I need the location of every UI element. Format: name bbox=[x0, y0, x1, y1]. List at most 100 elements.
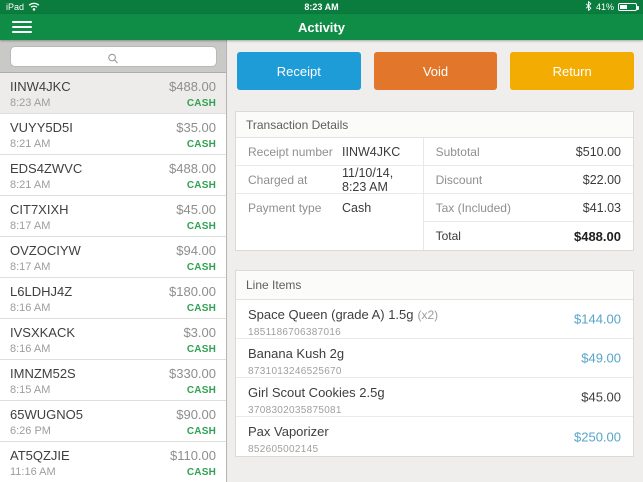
action-buttons: Receipt Void Return bbox=[237, 52, 634, 90]
transaction-time: 8:23 AM bbox=[10, 97, 71, 109]
summary-label: Total bbox=[436, 229, 461, 243]
summary-label: Subtotal bbox=[436, 145, 480, 159]
detail-field-row: Receipt number IINW4JKC bbox=[236, 138, 423, 166]
transaction-amount: $45.00 bbox=[176, 202, 216, 217]
transaction-code: AT5QZJIE bbox=[10, 448, 70, 463]
transaction-code: VUYY5D5I bbox=[10, 120, 73, 135]
battery-icon bbox=[618, 3, 637, 11]
transaction-amount: $90.00 bbox=[176, 407, 216, 422]
line-items-header: Line Items bbox=[236, 271, 633, 300]
summary-value: $488.00 bbox=[574, 229, 621, 244]
line-item-name: Space Queen (grade A) 1.5g bbox=[248, 307, 414, 322]
transaction-code: IVSXKACK bbox=[10, 325, 75, 340]
transaction-row[interactable]: CIT7XIXH 8:17 AM $45.00 CASH bbox=[0, 196, 226, 237]
transaction-time: 8:17 AM bbox=[10, 261, 81, 273]
summary-row: Subtotal $510.00 bbox=[424, 138, 633, 166]
transaction-amount: $488.00 bbox=[169, 161, 216, 176]
detail-field-row: Payment type Cash bbox=[236, 194, 423, 222]
transaction-list: IINW4JKC 8:23 AM $488.00 CASH VUYY5D5I 8… bbox=[0, 73, 226, 482]
transaction-time: 8:17 AM bbox=[10, 220, 69, 232]
summary-value: $41.03 bbox=[583, 201, 621, 215]
detail-field-label: Payment type bbox=[248, 201, 342, 215]
transaction-code: OVZOCIYW bbox=[10, 243, 81, 258]
transaction-row[interactable]: IVSXKACK 8:16 AM $3.00 CASH bbox=[0, 319, 226, 360]
summary-row: Tax (Included) $41.03 bbox=[424, 194, 633, 222]
transaction-time: 8:15 AM bbox=[10, 384, 76, 396]
transaction-amount: $180.00 bbox=[169, 284, 216, 299]
transaction-amount: $110.00 bbox=[170, 448, 216, 463]
transaction-details-header: Transaction Details bbox=[236, 112, 633, 138]
transaction-amount: $94.00 bbox=[176, 243, 216, 258]
transaction-row[interactable]: EDS4ZWVC 8:21 AM $488.00 CASH bbox=[0, 155, 226, 196]
transaction-time: 8:16 AM bbox=[10, 343, 75, 355]
line-item-name: Girl Scout Cookies 2.5g bbox=[248, 385, 385, 400]
transaction-row[interactable]: AT5QZJIE 11:16 AM $110.00 CASH bbox=[0, 442, 226, 482]
status-bar: iPad 8:23 AM 41% bbox=[0, 0, 643, 14]
search-bar bbox=[0, 40, 226, 73]
transaction-code: L6LDHJ4Z bbox=[10, 284, 72, 299]
transaction-time: 11:16 AM bbox=[10, 466, 70, 478]
line-item-sku: 852605002145 bbox=[248, 444, 621, 455]
detail-field-label: Receipt number bbox=[248, 145, 342, 159]
transaction-amount: $35.00 bbox=[176, 120, 216, 135]
transaction-code: 65WUGNO5 bbox=[10, 407, 83, 422]
details-fields: Receipt number IINW4JKC Charged at 11/10… bbox=[236, 138, 423, 250]
payment-badge: CASH bbox=[183, 344, 216, 355]
payment-badge: CASH bbox=[176, 139, 216, 150]
void-button[interactable]: Void bbox=[374, 52, 498, 90]
payment-badge: CASH bbox=[169, 180, 216, 191]
summary-label: Discount bbox=[436, 173, 483, 187]
receipt-button[interactable]: Receipt bbox=[237, 52, 361, 90]
payment-badge: CASH bbox=[170, 467, 216, 478]
transaction-list-panel: IINW4JKC 8:23 AM $488.00 CASH VUYY5D5I 8… bbox=[0, 40, 227, 482]
line-item-price: $250.00 bbox=[574, 429, 621, 444]
summary-label: Tax (Included) bbox=[436, 201, 511, 215]
transaction-row[interactable]: IMNZM52S 8:15 AM $330.00 CASH bbox=[0, 360, 226, 401]
transaction-row[interactable]: VUYY5D5I 8:21 AM $35.00 CASH bbox=[0, 114, 226, 155]
transaction-details-card: Transaction Details Receipt number IINW4… bbox=[235, 111, 634, 251]
summary-row: Total $488.00 bbox=[424, 222, 633, 250]
payment-badge: CASH bbox=[169, 98, 216, 109]
transaction-row[interactable]: OVZOCIYW 8:17 AM $94.00 CASH bbox=[0, 237, 226, 278]
payment-badge: CASH bbox=[169, 303, 216, 314]
transaction-time: 8:21 AM bbox=[10, 179, 82, 191]
transaction-row[interactable]: IINW4JKC 8:23 AM $488.00 CASH bbox=[0, 73, 226, 114]
transaction-time: 6:26 PM bbox=[10, 425, 83, 437]
return-button[interactable]: Return bbox=[510, 52, 634, 90]
transaction-time: 8:16 AM bbox=[10, 302, 72, 314]
summary-value: $510.00 bbox=[576, 145, 621, 159]
transaction-time: 8:21 AM bbox=[10, 138, 73, 150]
summary-row: Discount $22.00 bbox=[424, 166, 633, 194]
line-item-sku: 1851186706387016 bbox=[248, 327, 621, 338]
transaction-amount: $488.00 bbox=[169, 79, 216, 94]
status-time: 8:23 AM bbox=[0, 2, 643, 12]
line-item-row: Banana Kush 2g 8731013246525670 $49.00 bbox=[236, 339, 633, 378]
line-items-list: Space Queen (grade A) 1.5g (x2) 185118670… bbox=[236, 300, 633, 456]
transaction-code: IMNZM52S bbox=[10, 366, 76, 381]
line-item-quantity: (x2) bbox=[418, 308, 439, 322]
line-item-sku: 8731013246525670 bbox=[248, 366, 621, 377]
detail-field-value: Cash bbox=[342, 201, 371, 215]
transaction-code: IINW4JKC bbox=[10, 79, 71, 94]
line-item-name: Pax Vaporizer bbox=[248, 424, 329, 439]
line-item-price: $144.00 bbox=[574, 312, 621, 327]
transaction-amount: $330.00 bbox=[169, 366, 216, 381]
detail-field-label: Charged at bbox=[248, 173, 342, 187]
line-item-name: Banana Kush 2g bbox=[248, 346, 344, 361]
line-item-row: Space Queen (grade A) 1.5g (x2) 185118670… bbox=[236, 300, 633, 339]
line-item-price: $49.00 bbox=[581, 351, 621, 366]
summary-value: $22.00 bbox=[583, 173, 621, 187]
transaction-row[interactable]: 65WUGNO5 6:26 PM $90.00 CASH bbox=[0, 401, 226, 442]
payment-badge: CASH bbox=[176, 221, 216, 232]
search-input[interactable] bbox=[10, 46, 217, 67]
transaction-code: EDS4ZWVC bbox=[10, 161, 82, 176]
payment-badge: CASH bbox=[176, 426, 216, 437]
transaction-row[interactable]: L6LDHJ4Z 8:16 AM $180.00 CASH bbox=[0, 278, 226, 319]
line-items-card: Line Items Space Queen (grade A) 1.5g (x2… bbox=[235, 270, 634, 457]
payment-badge: CASH bbox=[169, 385, 216, 396]
transaction-code: CIT7XIXH bbox=[10, 202, 69, 217]
page-title: Activity bbox=[0, 20, 643, 35]
detail-field-value: IINW4JKC bbox=[342, 145, 400, 159]
transaction-amount: $3.00 bbox=[183, 325, 216, 340]
line-item-row: Girl Scout Cookies 2.5g 3708302035875081… bbox=[236, 378, 633, 417]
